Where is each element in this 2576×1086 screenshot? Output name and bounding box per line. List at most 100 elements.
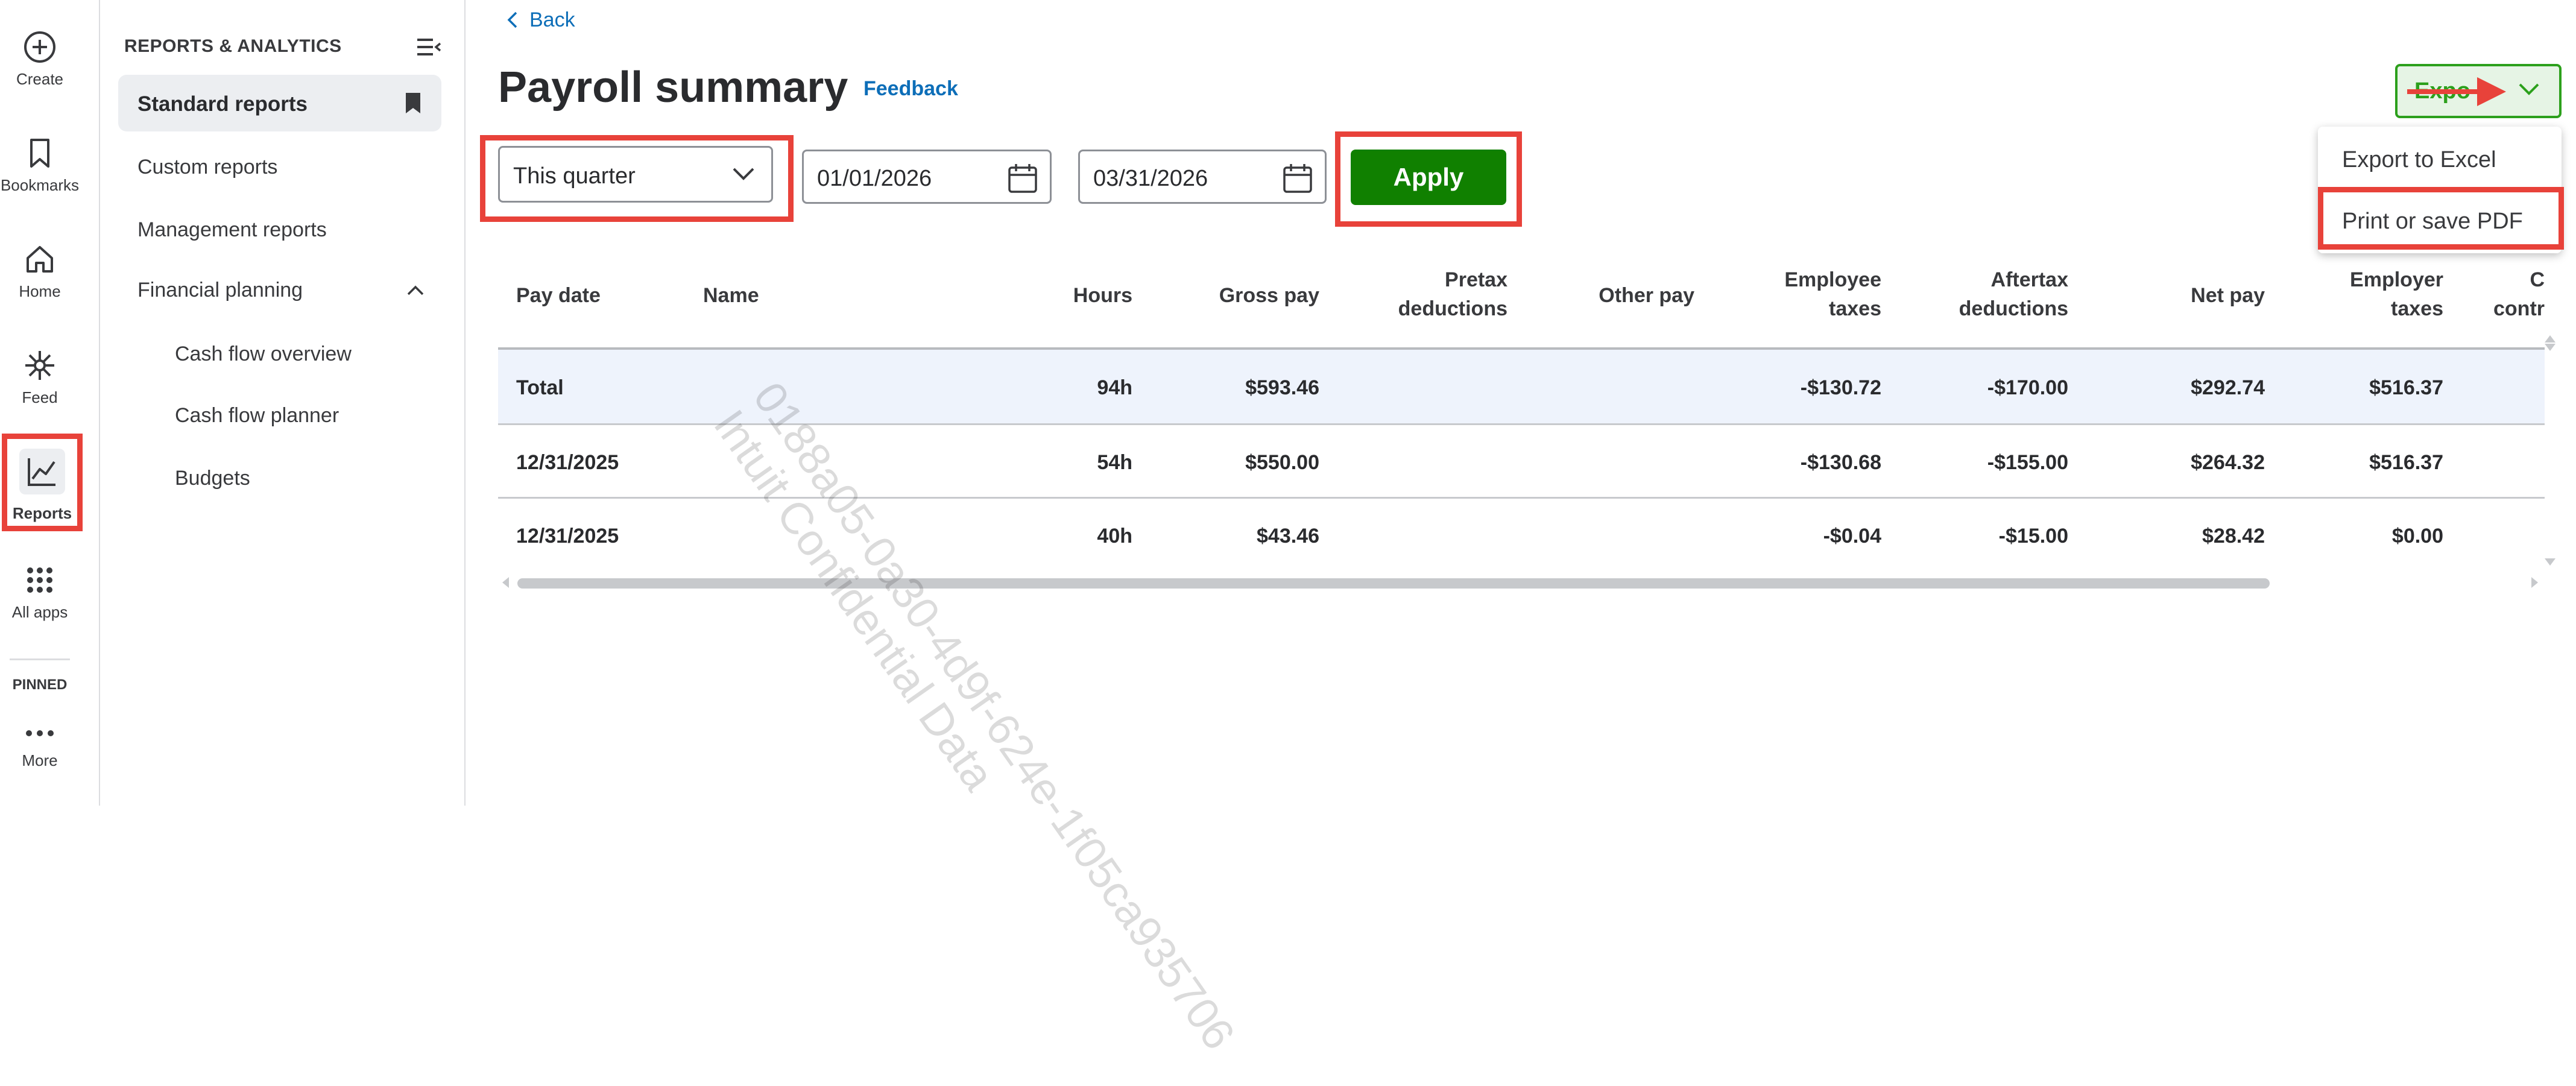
col-header-contributions[interactable]: C contr [2478,265,2545,323]
feedback-link[interactable]: Feedback [863,77,958,101]
rail-create[interactable]: Create [0,30,80,89]
row-divider [498,423,2545,425]
chevron-left-icon [507,11,517,28]
cell-employer-taxes: $0.00 [2391,525,2443,548]
cell-hours: 40h [1097,525,1132,548]
rail-label: More [22,751,58,769]
subnav-item-standard-reports[interactable]: Standard reports [118,75,441,131]
rail-home[interactable]: Home [0,242,80,301]
end-date-field[interactable]: 03/31/2026 [1078,150,1327,204]
rail-reports[interactable]: Reports [2,434,83,531]
rail-bookmarks[interactable]: Bookmarks [0,136,80,195]
cell-hours: 54h [1097,451,1132,474]
cell-employee-taxes: -$130.72 [1800,376,1881,399]
cell-gross-pay: $550.00 [1245,451,1319,474]
col-header-employee-taxes[interactable]: Employee taxes [1713,265,1881,323]
cell-employee-taxes: -$130.68 [1800,451,1881,474]
horizontal-scrollbar-thumb[interactable] [517,578,2270,589]
scroll-left-arrow-icon[interactable] [500,576,511,589]
red-arrow-annotation [2407,77,2506,106]
calendar-icon[interactable] [1006,162,1039,195]
watermark-line: 0188a05-0a30-4d9f-624e-1f05ca935706 [743,373,1245,1059]
report-period-value: This quarter [513,163,636,189]
back-label: Back [529,8,575,31]
col-header-net-pay[interactable]: Net pay [2110,281,2265,310]
rail-more[interactable]: More [0,727,80,770]
chevron-down-icon [2519,83,2539,95]
rail-all-apps[interactable]: All apps [0,563,80,622]
scroll-down-arrow-icon[interactable] [2543,557,2557,568]
icon-rail: Create Bookmarks Home Feed Reports All a… [0,0,100,806]
subnav-item-label: Cash flow planner [175,404,339,427]
subnav-item-label: Standard reports [137,92,308,116]
subnav-item-management-reports[interactable]: Management reports [137,218,327,242]
subnav-item-cash-flow-overview[interactable]: Cash flow overview [175,343,352,366]
cell-aftertax-deductions: -$155.00 [1987,451,2068,474]
chart-line-icon [28,458,55,486]
rail-label: Create [16,70,64,88]
rail-label: Bookmarks [0,176,80,194]
cell-gross-pay: $43.46 [1257,525,1319,548]
cell-gross-pay: $593.46 [1245,376,1319,399]
collapse-menu-icon[interactable] [416,37,441,57]
pinned-label: PINNED [12,677,68,693]
col-header-hours[interactable]: Hours [1013,281,1132,310]
rail-label: Reports [12,504,72,522]
cell-pay-date[interactable]: 12/31/2025 [516,525,619,548]
cell-net-pay: $264.32 [2191,451,2265,474]
subnav-item-custom-reports[interactable]: Custom reports [137,156,277,179]
export-menu: Export to Excel Print or save PDF [2318,127,2562,253]
cell-aftertax-deductions: -$15.00 [1998,525,2068,548]
print-save-pdf-item[interactable]: Print or save PDF [2342,209,2523,235]
col-header-gross-pay[interactable]: Gross pay [1146,281,1319,310]
rail-divider [10,658,70,660]
cell-employer-taxes: $516.37 [2369,376,2443,399]
subnav-item-label: Management reports [137,218,327,241]
rail-feed[interactable]: Feed [0,349,80,407]
col-header-pay-date[interactable]: Pay date [516,281,601,310]
start-date-field[interactable]: 01/01/2026 [802,150,1052,204]
subnav-item-cash-flow-planner[interactable]: Cash flow planner [175,404,339,428]
end-date-value: 03/31/2026 [1093,166,1208,191]
watermark-line: Intuit Confidential Data [704,400,1005,800]
col-header-employer-taxes[interactable]: Employer taxes [2273,265,2443,323]
apply-button[interactable]: Apply [1351,150,1506,205]
cell-pay-date[interactable]: 12/31/2025 [516,451,619,475]
rail-label: Home [19,282,61,300]
col-header-aftertax-deductions[interactable]: Aftertax deductions [1899,265,2068,323]
rail-label: All apps [11,603,68,621]
start-date-value: 01/01/2026 [817,166,932,191]
bookmark-filled-icon[interactable] [404,92,422,115]
export-to-excel-item[interactable]: Export to Excel [2342,147,2496,173]
subnav-item-label: Financial planning [137,279,303,301]
rail-label: Feed [22,388,58,406]
page-title: Payroll summary [498,63,848,112]
col-header-name[interactable]: Name [703,281,759,310]
sparkle-icon [25,351,54,380]
subnav-item-label: Cash flow overview [175,343,352,365]
grid-dots-icon [27,567,52,593]
cell-employer-taxes: $516.37 [2369,451,2443,474]
cell-aftertax-deductions: -$170.00 [1987,376,2068,399]
cell-net-pay: $292.74 [2191,376,2265,399]
cell-hours: 94h [1097,376,1132,399]
chevron-up-icon [407,285,424,295]
confidential-watermark: 0188a05-0a30-4d9f-624e-1f05ca935706 Intu… [704,373,1245,1085]
cell-net-pay: $28.42 [2202,525,2265,548]
col-header-pretax-deductions[interactable]: Pretax deductions [1363,265,1507,323]
subnav-title: REPORTS & ANALYTICS [124,36,342,56]
col-header-other-pay[interactable]: Other pay [1532,281,1694,310]
subnav-item-financial-planning[interactable]: Financial planning [137,279,441,302]
calendar-icon[interactable] [1281,162,1314,195]
subnav-item-budgets[interactable]: Budgets [175,467,250,490]
report-period-select[interactable]: This quarter [498,146,773,203]
chevron-down-icon [733,168,754,180]
scroll-down-arrow-icon[interactable] [2543,343,2557,353]
back-link[interactable]: Back [507,8,575,32]
reports-subnav: REPORTS & ANALYTICS Standard reports Cus… [100,0,466,806]
more-dots-icon [26,730,54,736]
cell-employee-taxes: -$0.04 [1823,525,1881,548]
scroll-right-arrow-icon[interactable] [2529,576,2540,589]
cell-pay-date: Total [516,376,564,399]
row-divider [498,497,2545,499]
